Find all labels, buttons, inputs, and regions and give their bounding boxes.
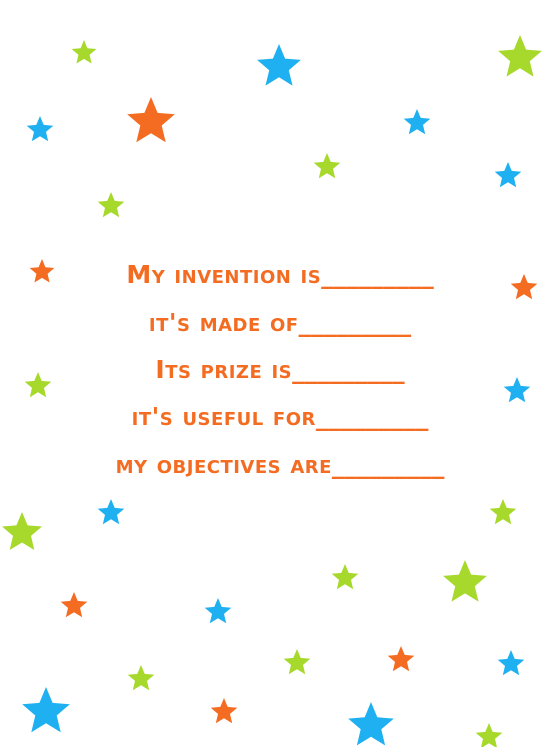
star-icon bbox=[497, 650, 525, 676]
star-icon bbox=[348, 702, 394, 746]
star-icon bbox=[22, 687, 70, 733]
prompt-text: Its prize is bbox=[155, 355, 293, 384]
prompt-line-objectives: my objectives are_________ bbox=[0, 450, 560, 479]
answer-blank: _________ bbox=[298, 308, 412, 337]
star-icon bbox=[127, 97, 175, 143]
star-icon bbox=[498, 35, 542, 77]
answer-blank: _________ bbox=[331, 450, 445, 479]
star-icon bbox=[26, 116, 54, 142]
star-icon bbox=[494, 162, 522, 188]
prompt-line-useful-for: it's useful for_________ bbox=[0, 402, 560, 431]
star-icon bbox=[475, 723, 503, 747]
star-icon bbox=[403, 109, 431, 135]
prompt-line-prize: Its prize is_________ bbox=[0, 355, 560, 384]
star-icon bbox=[127, 665, 155, 691]
answer-blank: _________ bbox=[315, 402, 429, 431]
star-icon bbox=[2, 512, 42, 550]
star-icon bbox=[313, 153, 341, 179]
star-icon bbox=[331, 564, 359, 590]
star-icon bbox=[489, 499, 517, 525]
prompt-line-made-of: it's made of_________ bbox=[0, 308, 560, 337]
star-icon bbox=[71, 40, 97, 64]
star-icon bbox=[443, 560, 487, 602]
star-icon bbox=[97, 192, 125, 218]
prompt-text: My invention is bbox=[126, 260, 322, 289]
star-icon bbox=[97, 499, 125, 525]
answer-blank: _________ bbox=[292, 355, 405, 384]
star-icon bbox=[387, 646, 415, 672]
star-icon bbox=[283, 649, 311, 675]
prompt-text: my objectives are bbox=[115, 450, 332, 479]
prompt-line-invention: My invention is_________ bbox=[0, 260, 560, 289]
star-icon bbox=[204, 598, 232, 624]
prompt-text: it's made of bbox=[148, 308, 299, 337]
star-icon bbox=[60, 592, 88, 618]
star-icon bbox=[210, 698, 238, 724]
prompt-text: it's useful for bbox=[131, 402, 316, 431]
answer-blank: _________ bbox=[321, 260, 434, 289]
star-icon bbox=[257, 44, 301, 86]
